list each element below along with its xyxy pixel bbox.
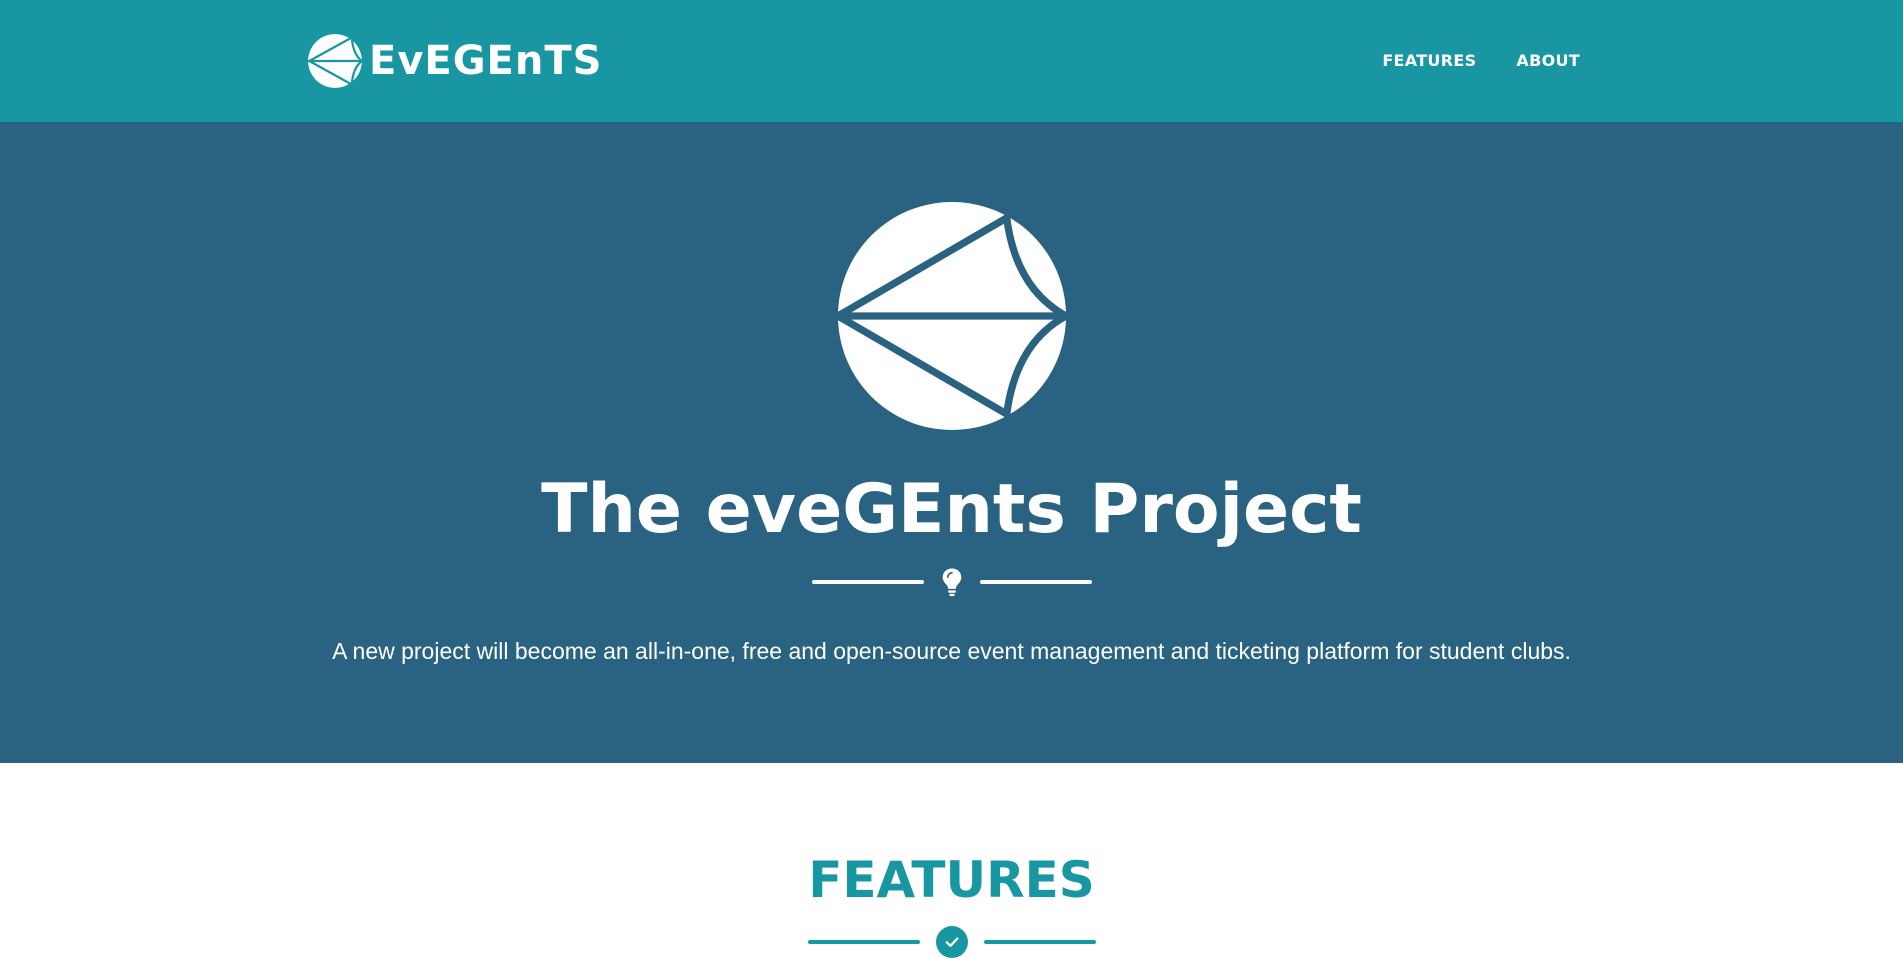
nav-link-about[interactable]: ABOUT bbox=[1516, 50, 1580, 72]
features-title: FEATURES bbox=[808, 851, 1095, 909]
hero-divider bbox=[812, 564, 1092, 600]
check-circle-icon bbox=[936, 926, 968, 958]
hero-title: The eveGEnts Project bbox=[541, 470, 1362, 549]
brand-link[interactable]: EvEGEnTS bbox=[307, 33, 602, 89]
evegents-logo-icon bbox=[308, 34, 363, 88]
features-divider bbox=[808, 926, 1096, 958]
nav-link-features[interactable]: FEATURES bbox=[1382, 50, 1476, 72]
divider-line-left bbox=[812, 580, 924, 584]
navbar: EvEGEnTS FEATURES ABOUT bbox=[0, 0, 1903, 122]
nav-links: FEATURES ABOUT bbox=[1382, 50, 1580, 72]
divider-line-right bbox=[984, 940, 1096, 944]
brand-wordmark: EvEGEnTS bbox=[369, 38, 603, 84]
hero-logo-icon bbox=[838, 202, 1066, 430]
divider-line-left bbox=[808, 940, 920, 944]
lightbulb-icon bbox=[942, 568, 962, 597]
check-icon bbox=[945, 937, 959, 947]
divider-line-right bbox=[980, 580, 1092, 584]
hero-subtitle: A new project will become an all-in-one,… bbox=[332, 638, 1571, 664]
